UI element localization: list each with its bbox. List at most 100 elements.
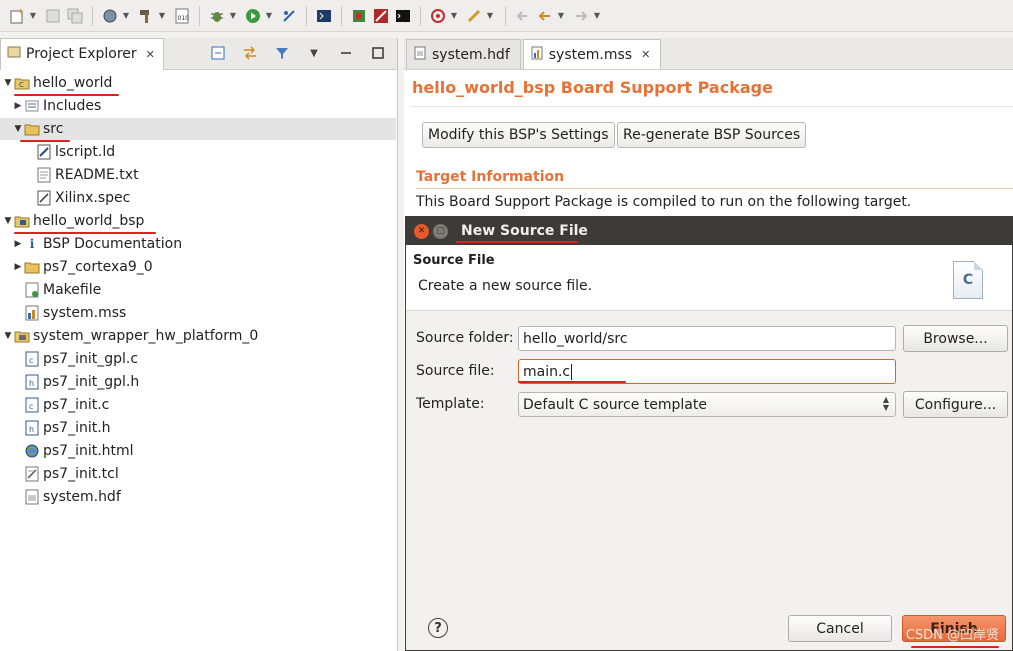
- close-icon[interactable]: ✕: [641, 48, 650, 61]
- build-dropdown-icon[interactable]: ▼: [157, 7, 167, 25]
- tree-item-label: ps7_cortexa9_0: [43, 259, 153, 275]
- save-icon[interactable]: [44, 7, 62, 25]
- tree-item-src[interactable]: ▼ src: [0, 118, 396, 140]
- tree-item-system-hdf[interactable]: system.hdf: [24, 486, 121, 508]
- skip-breakpoints-icon[interactable]: [280, 7, 298, 25]
- target-dropdown-icon[interactable]: ▼: [449, 7, 459, 25]
- folder-icon: [24, 121, 40, 137]
- source-folder-input[interactable]: hello_world/src: [518, 326, 896, 351]
- tree-item-ps7-init-html[interactable]: ps7_init.html: [24, 440, 134, 462]
- tree-item-label: system_wrapper_hw_platform_0: [33, 328, 259, 344]
- tree-item-ps7-init-h[interactable]: h ps7_init.h: [24, 417, 111, 439]
- debug-config-dropdown-icon[interactable]: ▼: [121, 7, 131, 25]
- tab-project-explorer[interactable]: Project Explorer ✕: [0, 37, 164, 70]
- back-icon[interactable]: [536, 7, 554, 25]
- tree-item-ps7-init-c[interactable]: c ps7_init.c: [24, 394, 109, 416]
- target-information-heading: Target Information: [416, 169, 565, 185]
- program-fpga-icon[interactable]: [350, 7, 368, 25]
- tree-item-readme[interactable]: README.txt: [36, 164, 139, 186]
- expand-arrow-icon[interactable]: ▼: [2, 78, 14, 88]
- tree-item-label: ps7_init.c: [43, 397, 110, 413]
- new-icon[interactable]: [8, 7, 26, 25]
- hdf-file-icon: [413, 46, 427, 64]
- close-icon[interactable]: ✕: [146, 48, 155, 61]
- save-all-icon[interactable]: [66, 7, 84, 25]
- help-icon[interactable]: ?: [428, 618, 448, 638]
- expand-arrow-icon[interactable]: ▶: [12, 101, 24, 111]
- configure-button[interactable]: Configure...: [903, 391, 1008, 418]
- text-file-icon: [36, 167, 52, 183]
- tab-system-hdf[interactable]: system.hdf: [406, 39, 521, 69]
- collapse-all-icon[interactable]: [209, 44, 227, 62]
- modify-bsp-settings-button[interactable]: Modify this BSP's Settings: [422, 122, 615, 148]
- expand-arrow-icon[interactable]: ▶: [12, 262, 24, 272]
- target-icon[interactable]: [429, 7, 447, 25]
- includes-icon: [24, 98, 40, 114]
- terminal-icon[interactable]: [315, 7, 333, 25]
- svg-text:C: C: [19, 81, 24, 89]
- minimize-icon[interactable]: [337, 44, 355, 62]
- run-dropdown-icon[interactable]: ▼: [264, 7, 274, 25]
- tree-item-ps7-cortexa9[interactable]: ▶ ps7_cortexa9_0: [12, 256, 153, 278]
- bug-icon[interactable]: [208, 7, 226, 25]
- tree-item-hello-world[interactable]: ▼ C hello_world: [2, 72, 113, 94]
- tree-item-bsp-documentation[interactable]: ▶ i BSP Documentation: [12, 233, 183, 255]
- binary-icon[interactable]: 010: [173, 7, 191, 25]
- close-window-icon[interactable]: ✕: [414, 223, 429, 239]
- link-editor-icon[interactable]: [241, 44, 259, 62]
- tree-item-lscript[interactable]: lscript.ld: [36, 141, 115, 163]
- minimize-window-icon[interactable]: ▢: [433, 223, 448, 239]
- project-explorer-icon: [7, 45, 21, 63]
- forward-dropdown-icon[interactable]: ▼: [592, 7, 602, 25]
- tab-label: Project Explorer: [26, 46, 137, 62]
- tree-item-includes[interactable]: ▶ Includes: [12, 95, 102, 117]
- watermark: CSDN @凹岸贤: [905, 628, 999, 643]
- svg-text:h: h: [29, 425, 34, 434]
- tree-item-xilinx-spec[interactable]: Xilinx.spec: [36, 187, 130, 209]
- tree-item-hw-platform[interactable]: ▼ system_wrapper_hw_platform_0: [2, 325, 259, 347]
- cancel-button[interactable]: Cancel: [788, 615, 892, 642]
- tab-system-mss[interactable]: system.mss ✕: [522, 39, 662, 69]
- expand-arrow-icon[interactable]: ▶: [12, 239, 24, 249]
- new-dropdown-icon[interactable]: ▼: [28, 7, 38, 25]
- console-icon[interactable]: [394, 7, 412, 25]
- forward-icon[interactable]: [572, 7, 590, 25]
- pin-dropdown-icon[interactable]: ▼: [485, 7, 495, 25]
- tree-item-ps7-init-gpl-h[interactable]: h ps7_init_gpl.h: [24, 371, 139, 393]
- tcl-file-icon: [24, 466, 40, 482]
- mss-file-icon: [530, 46, 544, 64]
- toolbar-separator: [92, 5, 93, 26]
- info-icon: i: [29, 237, 35, 251]
- expand-arrow-icon[interactable]: ▼: [12, 124, 24, 134]
- tree-item-ps7-init-gpl-c[interactable]: c ps7_init_gpl.c: [24, 348, 138, 370]
- text-cursor: [571, 363, 573, 380]
- maximize-icon[interactable]: [369, 44, 387, 62]
- tree-item-system-mss[interactable]: system.mss: [24, 302, 126, 324]
- main-toolbar: ▼ ▼ ▼ 010 ▼ ▼ ▼ ▼ ▼ ▼: [0, 0, 1013, 32]
- h-file-icon: h: [24, 374, 40, 390]
- tree-item-makefile[interactable]: Makefile: [24, 279, 101, 301]
- last-edit-icon[interactable]: [514, 7, 532, 25]
- browse-button[interactable]: Browse...: [903, 325, 1008, 352]
- expand-arrow-icon[interactable]: ▼: [2, 216, 14, 226]
- filter-icon[interactable]: [273, 44, 291, 62]
- xsdk-icon[interactable]: [372, 7, 390, 25]
- build-icon[interactable]: [137, 7, 155, 25]
- debug-config-icon[interactable]: [101, 7, 119, 25]
- template-select[interactable]: Default C source template ▲ ▼: [518, 392, 896, 417]
- tree-item-ps7-init-tcl[interactable]: ps7_init.tcl: [24, 463, 119, 485]
- view-menu-icon[interactable]: ▼: [305, 44, 323, 62]
- dialog-description: Create a new source file.: [418, 278, 593, 294]
- editor-tab-bar: system.hdf system.mss ✕: [404, 38, 1013, 70]
- pin-icon[interactable]: [465, 7, 483, 25]
- bsp-title: hello_world_bsp Board Support Package: [412, 78, 773, 97]
- folder-icon: [24, 259, 40, 275]
- debug-dropdown-icon[interactable]: ▼: [228, 7, 238, 25]
- svg-text:h: h: [29, 379, 34, 388]
- regenerate-bsp-sources-button[interactable]: Re-generate BSP Sources: [617, 122, 807, 148]
- run-icon[interactable]: [244, 7, 262, 25]
- expand-arrow-icon[interactable]: ▼: [2, 331, 14, 341]
- svg-text:010: 010: [178, 15, 190, 22]
- back-dropdown-icon[interactable]: ▼: [556, 7, 566, 25]
- tree-item-hello-world-bsp[interactable]: ▼ hello_world_bsp: [2, 210, 145, 232]
